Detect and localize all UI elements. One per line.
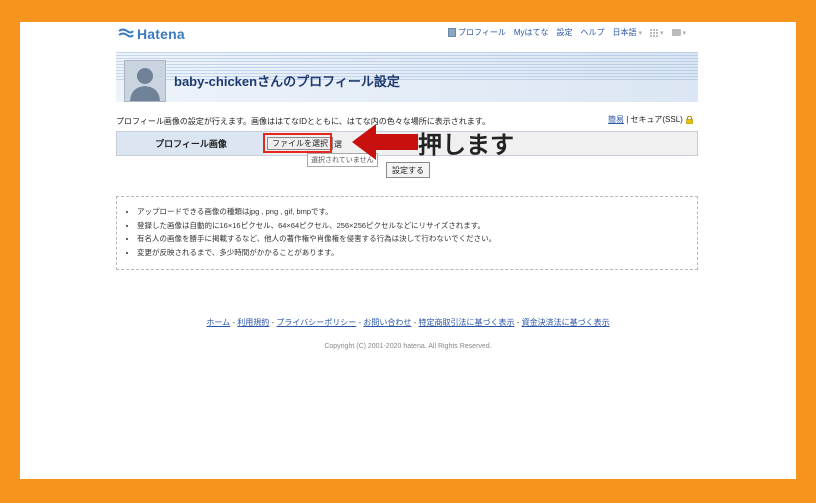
secure-mode-label: セキュア(SSL) — [630, 115, 683, 124]
footer-link-contact[interactable]: お問い合わせ — [363, 318, 411, 327]
footer-link-privacy[interactable]: プライバシーポリシー — [276, 318, 356, 327]
lock-icon — [686, 115, 693, 124]
file-status-text: 選 — [334, 140, 342, 149]
connection-mode: 簡易 | セキュア(SSL) — [608, 114, 693, 125]
nav-services-menu[interactable]: ▾ — [650, 28, 664, 37]
page-frame: Hatena プロフィール Myはてな 設定 ヘルプ 日本語 ▾ ▾ ▾ baby… — [20, 22, 796, 479]
profile-image-label: プロフィール画像 — [117, 132, 265, 155]
notes-list: アップロードできる画像の種類はjpg , png , gif, bmpです。 登… — [117, 197, 697, 259]
logo-text: Hatena — [137, 26, 185, 42]
footer-links: ホーム - 利用規約 - プライバシーポリシー - お問い合わせ - 特定商取引… — [206, 318, 610, 327]
note-item: 変更が反映されるまで、多少時間がかかることがあります。 — [137, 246, 697, 260]
nav-profile[interactable]: プロフィール — [448, 27, 506, 38]
nav-my-hatena[interactable]: Myはてな — [514, 27, 549, 38]
simple-mode-link[interactable]: 簡易 — [608, 114, 624, 125]
grid-icon — [650, 28, 659, 37]
nav-settings[interactable]: 設定 — [557, 27, 573, 38]
footer-link-commerce-law[interactable]: 特定商取引法に基づく表示 — [418, 318, 514, 327]
profile-icon — [448, 28, 456, 37]
hatena-logo-icon — [118, 28, 134, 38]
submit-button[interactable]: 設定する — [386, 162, 430, 178]
chevron-down-icon: ▾ — [682, 29, 687, 37]
notes-box: アップロードできる画像の種類はjpg , png , gif, bmpです。 登… — [116, 196, 698, 270]
hatena-logo[interactable]: Hatena — [118, 25, 185, 43]
copyright: Copyright (C) 2001-2020 hatena. All Righ… — [324, 343, 492, 350]
nav-notifications[interactable]: ▾ — [671, 29, 687, 37]
chevron-down-icon: ▾ — [660, 29, 664, 37]
note-item: 有名人の画像を勝手に掲載するなど、他人の著作権や肖像権を侵害する行為は決して行わ… — [137, 232, 697, 246]
note-item: 登録した画像は自動的に16×16ピクセル、64×64ピクセル、256×256ピク… — [137, 219, 697, 233]
nav-help[interactable]: ヘルプ — [581, 27, 605, 38]
pointing-arrow-icon — [352, 124, 418, 160]
nav-language[interactable]: 日本語 ▾ — [613, 27, 643, 38]
footer-link-payment-law[interactable]: 資金決済法に基づく表示 — [522, 318, 610, 327]
footer-link-terms[interactable]: 利用規約 — [237, 318, 269, 327]
avatar — [124, 60, 166, 102]
page-title: baby-chickenさんのプロフィール設定 — [174, 74, 400, 89]
footer-link-home[interactable]: ホーム — [206, 318, 230, 327]
user-silhouette-icon — [125, 61, 165, 101]
chevron-down-icon: ▾ — [638, 29, 643, 37]
highlight-box — [263, 133, 332, 153]
note-item: アップロードできる画像の種類はjpg , png , gif, bmpです。 — [137, 205, 697, 219]
speech-bubble-icon — [671, 29, 681, 36]
top-navigation: プロフィール Myはてな 設定 ヘルプ 日本語 ▾ ▾ ▾ — [448, 27, 694, 38]
callout-text: 押します — [418, 132, 514, 159]
